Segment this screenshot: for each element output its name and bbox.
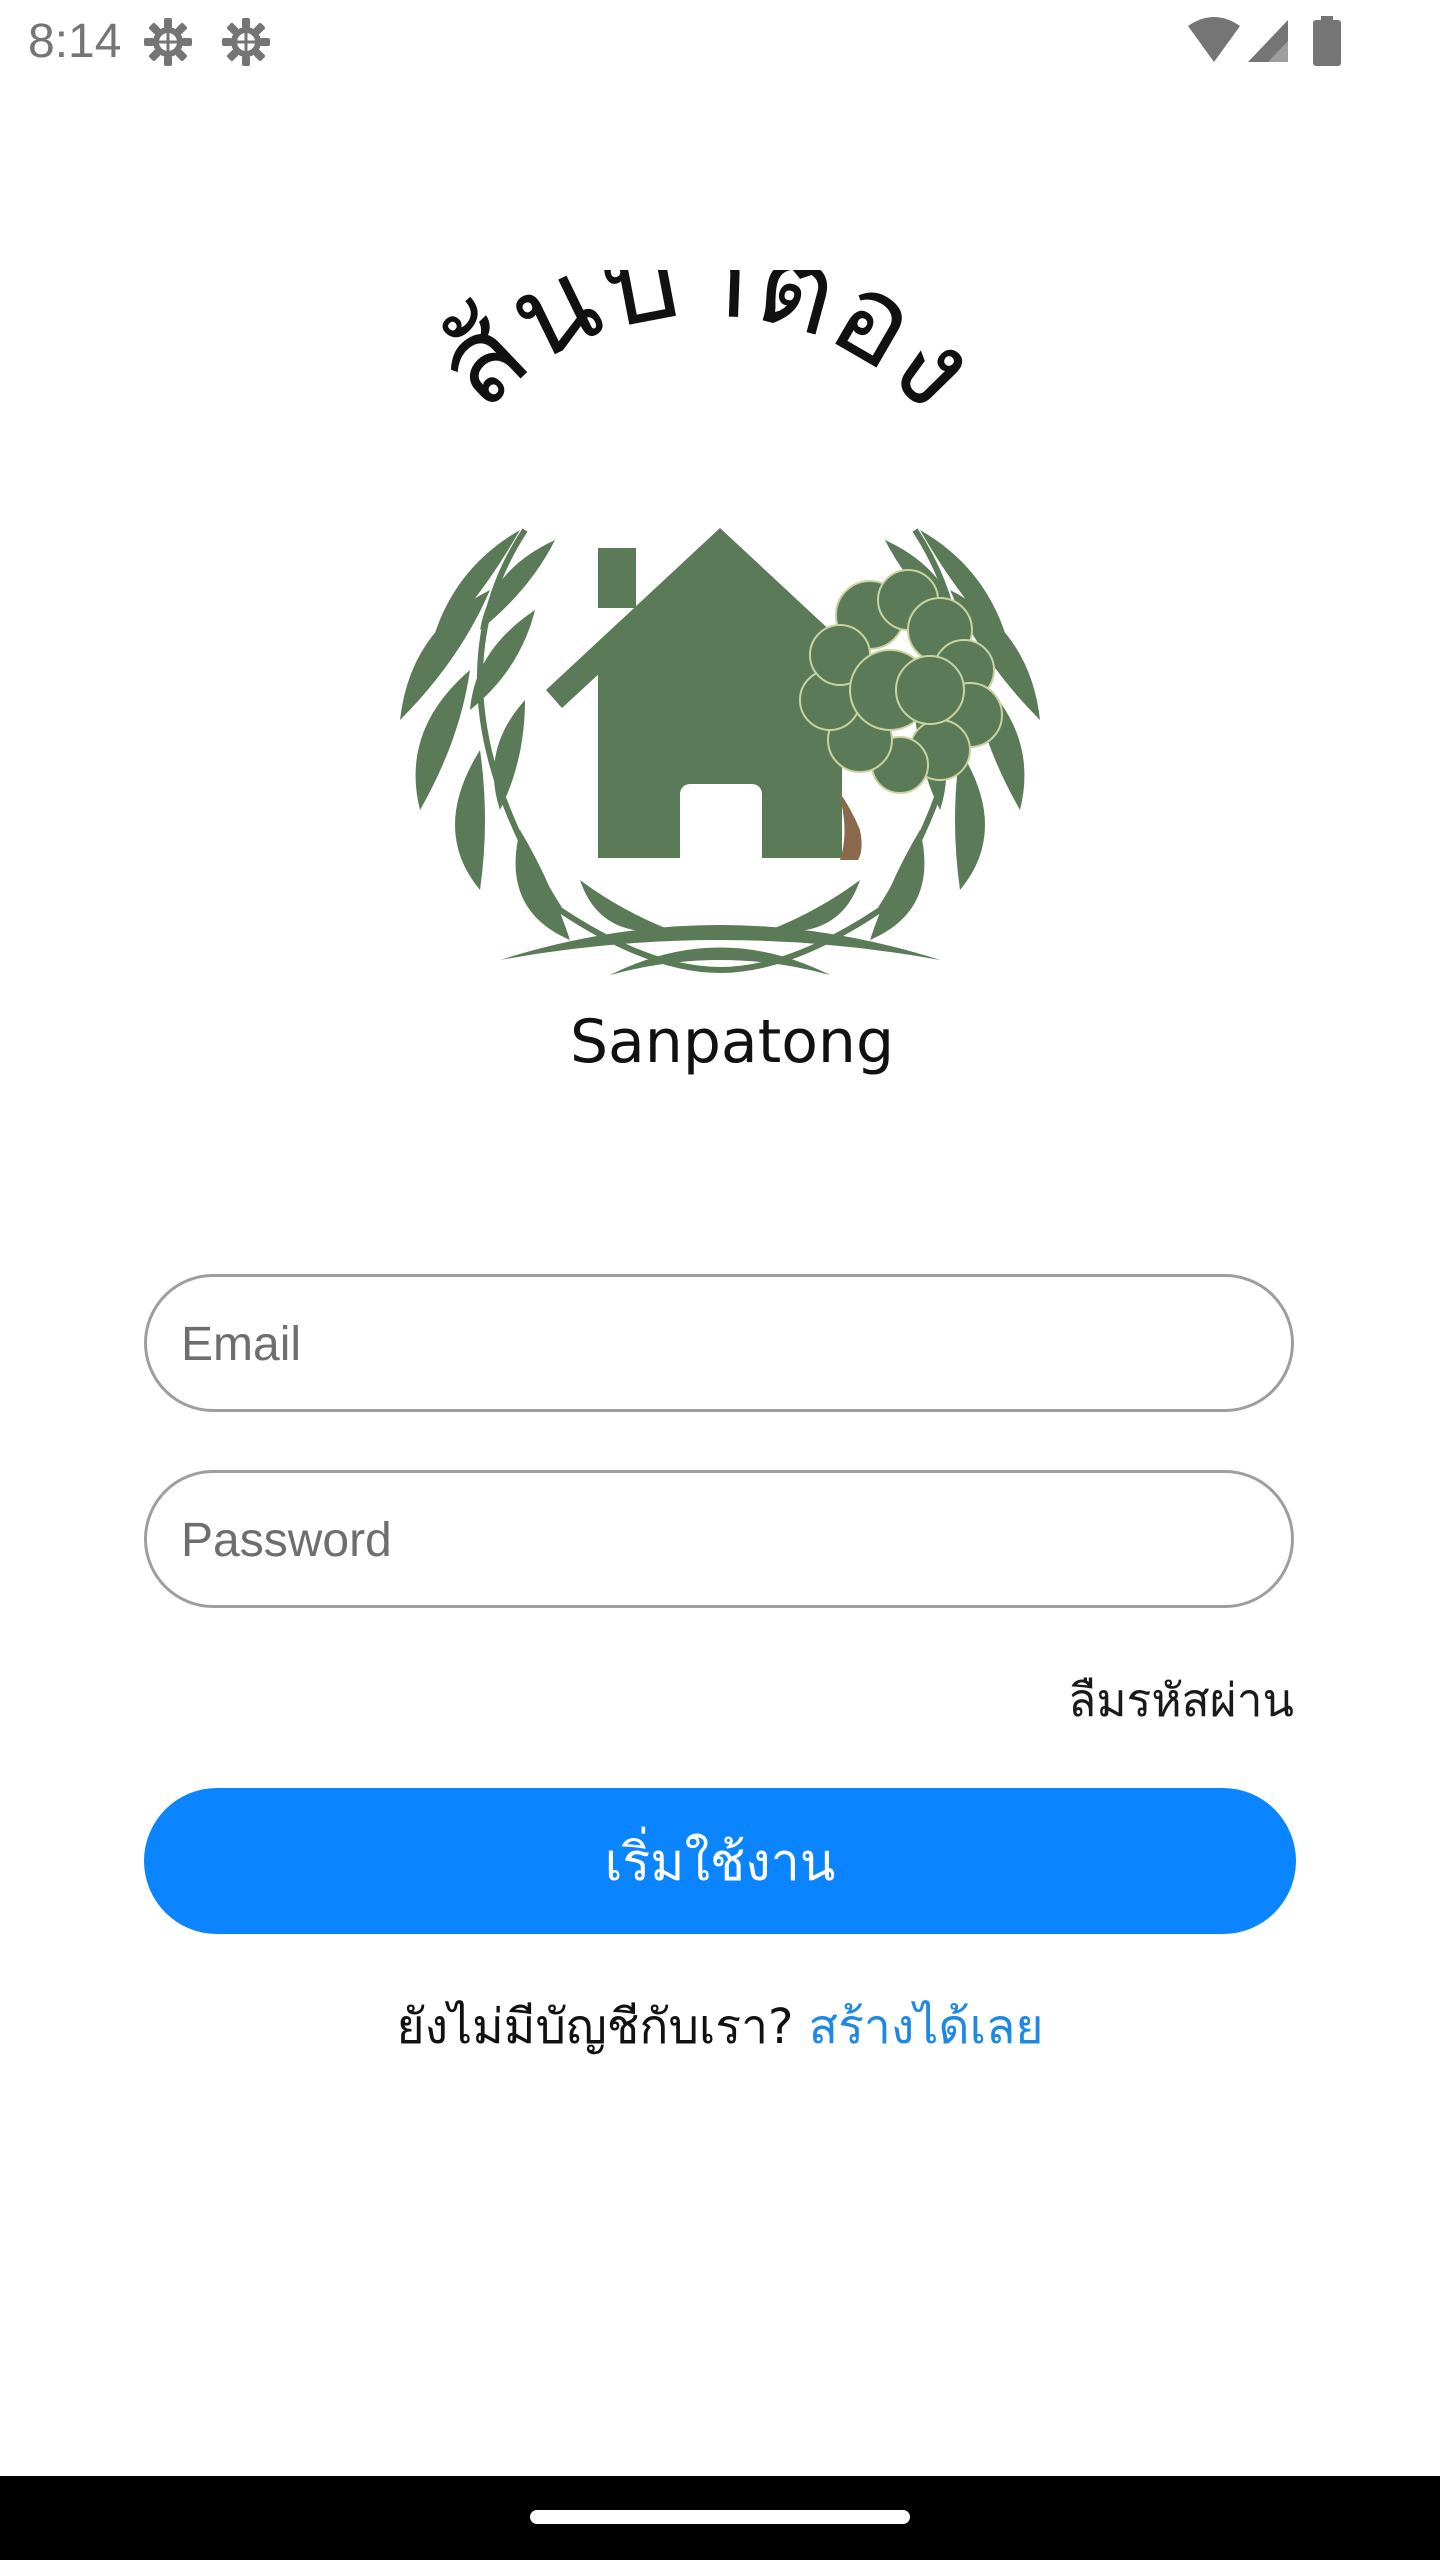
forgot-password-link[interactable]: ลืมรหัสผ่าน xyxy=(1068,1670,1294,1730)
create-account-link[interactable]: สร้างได้เลย xyxy=(809,1999,1044,2055)
logo-english-name: Sanpatong xyxy=(570,1007,894,1077)
email-input[interactable] xyxy=(179,1277,1263,1411)
home-gesture-handle[interactable] xyxy=(530,2510,910,2524)
status-time: 8:14 xyxy=(28,15,122,68)
email-field[interactable] xyxy=(144,1274,1294,1412)
settings-gear-icon xyxy=(144,18,192,66)
settings-gear-icon xyxy=(222,18,270,66)
status-bar: 8:14 xyxy=(0,0,1440,84)
logo-thai-name: สันป่าตอง xyxy=(408,270,1005,434)
wifi-icon xyxy=(1188,17,1240,62)
password-input[interactable] xyxy=(179,1473,1263,1607)
password-field[interactable] xyxy=(144,1470,1294,1608)
start-button[interactable]: เริ่มใช้งาน xyxy=(144,1788,1296,1934)
no-account-text: ยังไม่มีบัญชีกับเรา? xyxy=(396,1999,794,2055)
sanpatong-logo: สันป่าตอง Sanpatong xyxy=(400,270,1040,1077)
cell-signal-icon xyxy=(1248,20,1288,62)
signup-row: ยังไม่มีบัญชีกับเรา? สร้างได้เลย xyxy=(0,1994,1440,2060)
start-button-label: เริ่มใช้งาน xyxy=(604,1832,836,1893)
battery-icon xyxy=(1313,16,1341,66)
navigation-bar xyxy=(0,2476,1440,2560)
